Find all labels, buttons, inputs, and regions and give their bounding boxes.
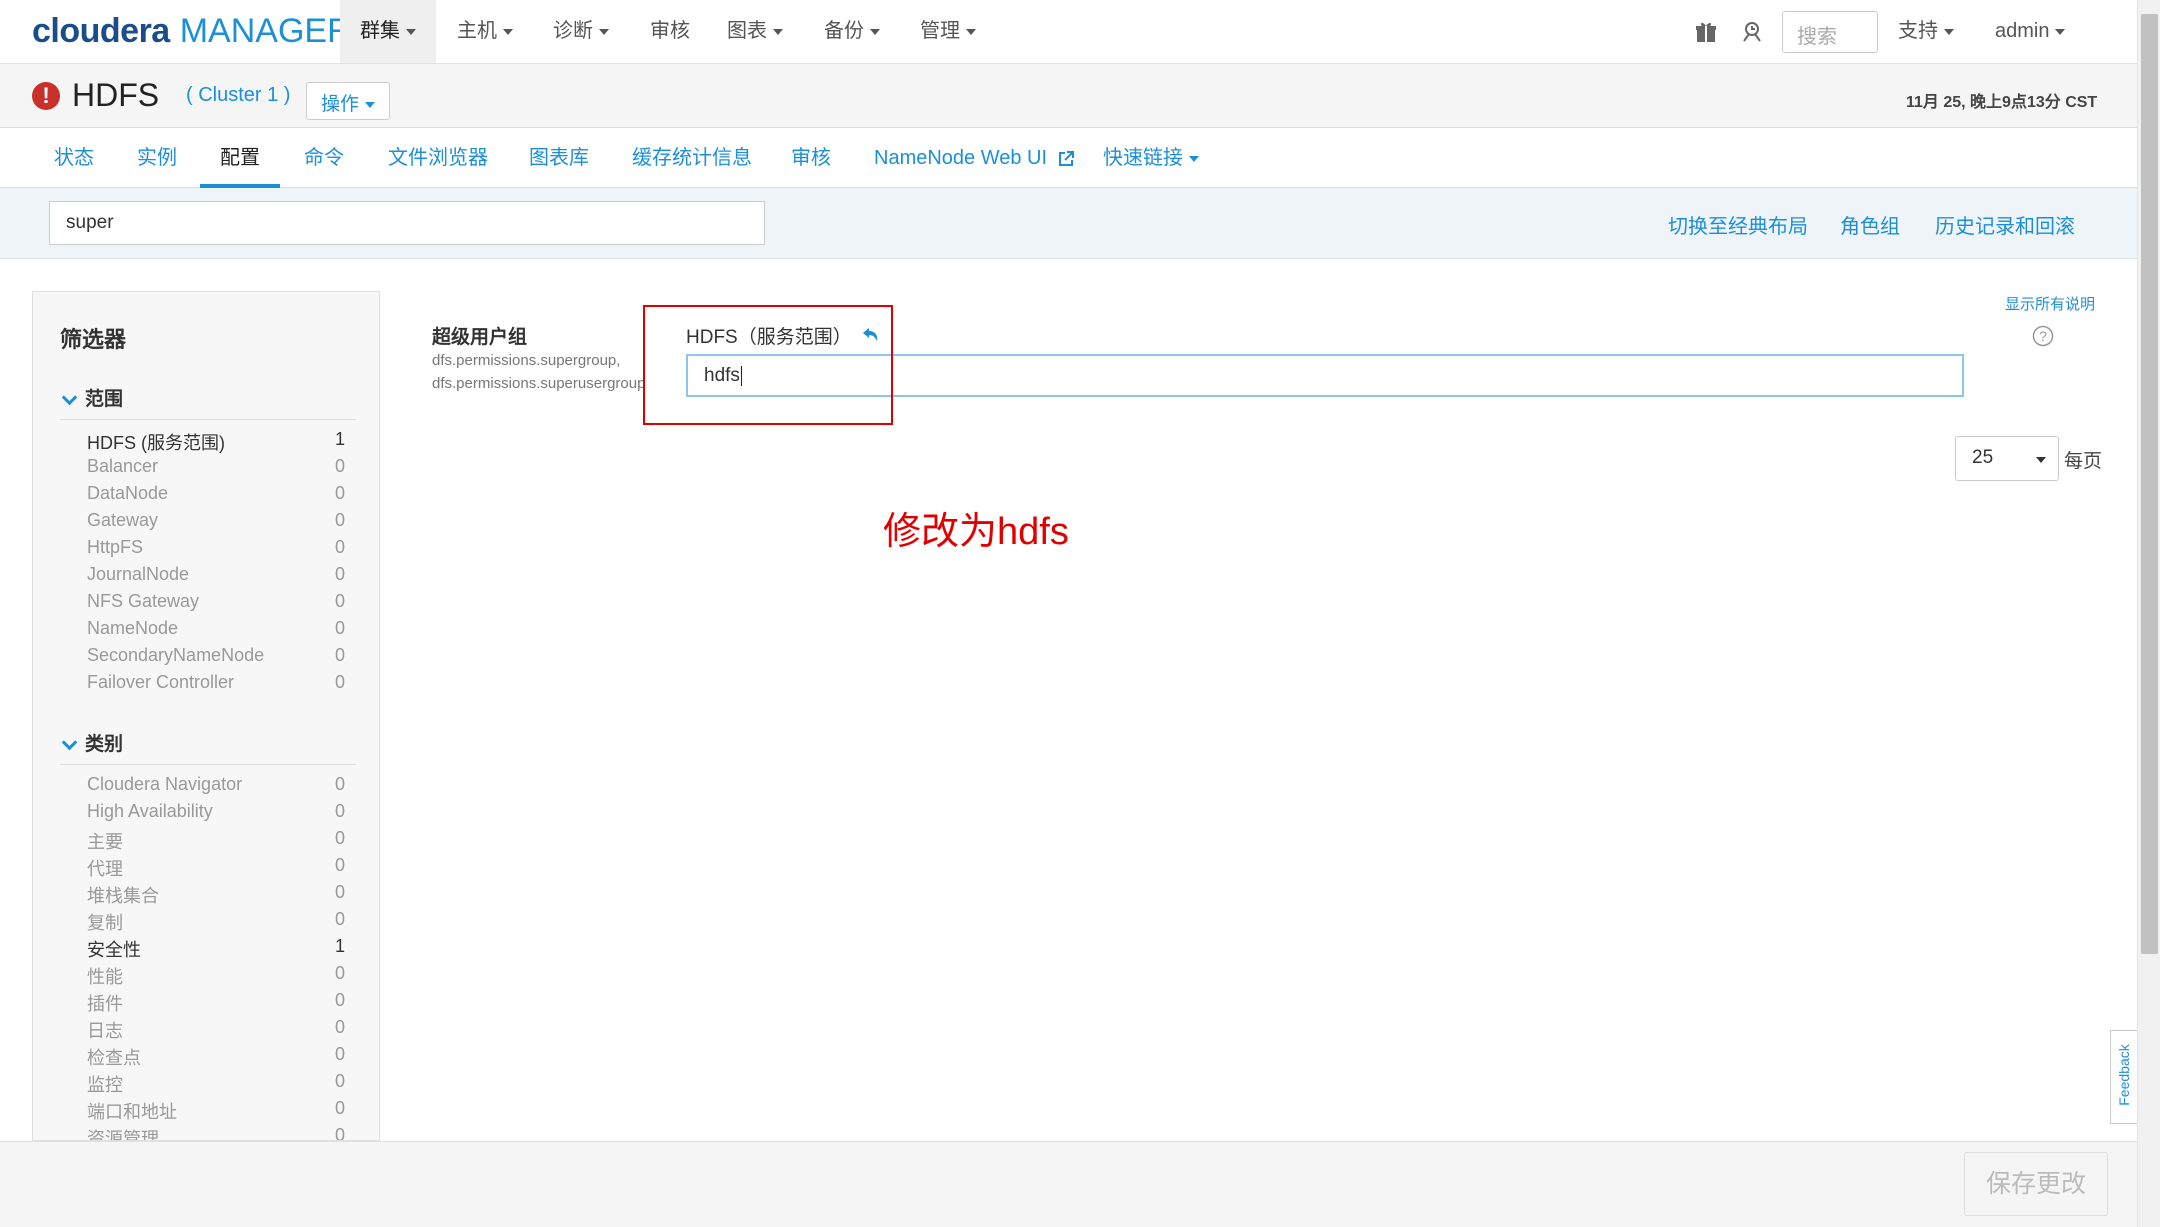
service-title: HDFS: [72, 77, 160, 113]
chevron-down-icon: [61, 735, 78, 751]
switch-classic-layout-link[interactable]: 切换至经典布局: [1668, 210, 1808, 239]
nav-diagnostics[interactable]: 诊断: [533, 0, 629, 63]
filter-item[interactable]: Cloudera Navigator 0: [87, 774, 357, 801]
tab-file-browser[interactable]: 文件浏览器: [368, 128, 508, 188]
gift-icon[interactable]: [1694, 20, 1718, 44]
filter-item[interactable]: SecondaryNameNode 0: [87, 645, 357, 672]
nav-audits[interactable]: 审核: [630, 0, 710, 63]
tab-configuration[interactable]: 配置: [200, 128, 280, 188]
nav-clusters[interactable]: 群集: [340, 0, 436, 63]
filter-item[interactable]: 检查点 0: [87, 1044, 357, 1071]
show-all-descriptions-link[interactable]: 显示所有说明: [2005, 293, 2095, 314]
filter-group-category[interactable]: 类别: [60, 729, 356, 765]
per-page-select[interactable]: 25: [1955, 436, 2059, 481]
filter-item[interactable]: 插件 0: [87, 990, 357, 1017]
nav-backup[interactable]: 备份: [804, 0, 900, 63]
property-label: 超级用户组: [432, 327, 528, 348]
chevron-down-icon: [406, 28, 416, 35]
feedback-tab[interactable]: Feedback: [2110, 1030, 2137, 1124]
chevron-down-icon: [61, 390, 78, 406]
filter-item[interactable]: 资源管理 0: [87, 1125, 357, 1140]
property-key: dfs.permissions.supergroup,: [432, 352, 621, 369]
nav-support[interactable]: 支持: [1878, 0, 1974, 63]
nav-charts[interactable]: 图表: [707, 0, 803, 63]
chevron-down-icon: [870, 28, 880, 35]
external-link-icon: [1058, 150, 1074, 166]
tab-quick-links[interactable]: 快速链接: [1083, 128, 1219, 188]
role-groups-link[interactable]: 角色组: [1840, 210, 1900, 239]
chevron-down-icon: [1189, 155, 1199, 162]
cloudera-logo[interactable]: cloudera MANAGER: [32, 12, 352, 51]
chevron-down-icon: [773, 28, 783, 35]
nav-hosts[interactable]: 主机: [437, 0, 533, 63]
filter-item[interactable]: 主要 0: [87, 828, 357, 855]
error-status-icon: !: [32, 82, 60, 110]
chevron-down-icon: [1944, 28, 1954, 35]
config-search-input[interactable]: super: [49, 201, 765, 245]
filter-item[interactable]: NameNode 0: [87, 618, 357, 645]
help-icon[interactable]: ?: [2032, 325, 2054, 347]
tab-cache-statistics[interactable]: 缓存统计信息: [612, 128, 772, 188]
chevron-down-icon: [2055, 28, 2066, 35]
tab-commands[interactable]: 命令: [284, 128, 364, 188]
filter-item[interactable]: High Availability 0: [87, 801, 357, 828]
filter-item[interactable]: HttpFS 0: [87, 537, 357, 564]
filter-item[interactable]: 堆栈集合 0: [87, 882, 357, 909]
tab-status[interactable]: 状态: [34, 128, 114, 188]
chevron-down-icon: [2036, 457, 2046, 463]
filter-group-scope[interactable]: 范围: [60, 384, 356, 420]
config-search-bar: super 切换至经典布局 角色组 历史记录和回滚: [0, 188, 2137, 259]
filter-panel: 筛选器 范围 HDFS (服务范围) 1 Balancer 0 DataNode 0 …: [32, 291, 380, 1141]
scrollbar-thumb[interactable]: [2141, 14, 2158, 954]
filter-item[interactable]: NFS Gateway 0: [87, 591, 357, 618]
svg-text:?: ?: [2039, 328, 2047, 344]
filter-item[interactable]: 安全性 1: [87, 936, 357, 963]
tab-audits[interactable]: 审核: [771, 128, 851, 188]
filter-item[interactable]: 日志 0: [87, 1017, 357, 1044]
filter-item[interactable]: Failover Controller 0: [87, 672, 357, 699]
tab-instances[interactable]: 实例: [117, 128, 197, 188]
chevron-down-icon: [503, 28, 513, 35]
filter-item[interactable]: 性能 0: [87, 963, 357, 990]
service-header: ! HDFS ( Cluster 1 ) 操作 11月 25, 晚上9点13分 …: [0, 64, 2137, 128]
chevron-down-icon: [599, 28, 609, 35]
property-key: dfs.permissions.superusergroup: [432, 375, 646, 392]
cluster-link[interactable]: ( Cluster 1 ): [186, 84, 290, 107]
service-tabs: 状态 实例 配置 命令 文件浏览器 图表库 缓存统计信息 审核 NameNode…: [0, 128, 2137, 188]
global-search-input[interactable]: 搜索: [1782, 11, 1878, 53]
filter-item[interactable]: 复制 0: [87, 909, 357, 936]
nav-user-menu[interactable]: admin: [1975, 0, 2085, 63]
filter-item[interactable]: HDFS (服务范围) 1: [87, 429, 357, 456]
save-changes-button[interactable]: 保存更改: [1964, 1152, 2108, 1216]
filter-item[interactable]: JournalNode 0: [87, 564, 357, 591]
chevron-down-icon: [966, 28, 976, 35]
per-page-label: 每页: [2064, 451, 2103, 472]
tab-namenode-web-ui[interactable]: NameNode Web UI: [854, 128, 1095, 188]
running-commands-icon[interactable]: [1740, 20, 1764, 44]
filter-title: 筛选器: [60, 327, 127, 352]
annotation-highlight-box: [643, 305, 893, 425]
current-time: 11月 25, 晚上9点13分 CST: [1906, 94, 2098, 111]
brand-main: cloudera: [32, 12, 170, 50]
tab-chart-library[interactable]: 图表库: [509, 128, 609, 188]
annotation-text: 修改为hdfs: [883, 511, 1069, 553]
page-scrollbar[interactable]: [2137, 0, 2160, 1227]
top-navbar: cloudera MANAGER 群集 主机 诊断 审核 图表 备份 管理 搜索 …: [0, 0, 2137, 64]
footer-bar: 保存更改: [0, 1141, 2137, 1227]
actions-button[interactable]: 操作: [306, 82, 391, 120]
nav-administration[interactable]: 管理: [900, 0, 996, 63]
chevron-down-icon: [365, 101, 376, 108]
brand-sub: MANAGER: [179, 12, 352, 50]
filter-item[interactable]: Balancer 0: [87, 456, 357, 483]
filter-item[interactable]: 端口和地址 0: [87, 1098, 357, 1125]
filter-item[interactable]: Gateway 0: [87, 510, 357, 537]
filter-item[interactable]: 监控 0: [87, 1071, 357, 1098]
filter-item[interactable]: 代理 0: [87, 855, 357, 882]
filter-item[interactable]: DataNode 0: [87, 483, 357, 510]
history-rollback-link[interactable]: 历史记录和回滚: [1935, 210, 2075, 239]
